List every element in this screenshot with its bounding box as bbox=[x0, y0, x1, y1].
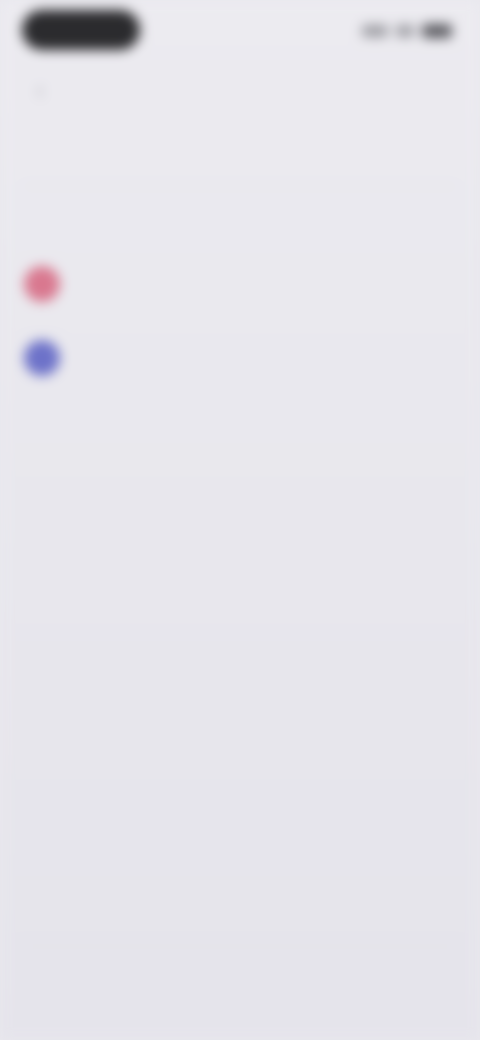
details-section bbox=[26, 656, 446, 668]
signal-icon bbox=[362, 25, 388, 37]
avatar bbox=[24, 340, 60, 376]
status-bar bbox=[0, 0, 480, 64]
battery-icon bbox=[422, 24, 452, 38]
avatar bbox=[24, 266, 60, 302]
back-button[interactable]: ‹ bbox=[26, 74, 54, 105]
dynamic-island bbox=[22, 10, 140, 50]
header bbox=[24, 130, 456, 187]
status-icons bbox=[362, 22, 452, 40]
wifi-icon bbox=[396, 25, 414, 37]
nav-bar: ‹ bbox=[0, 70, 480, 114]
description-section bbox=[26, 410, 446, 422]
bottom-action-button[interactable] bbox=[226, 972, 254, 984]
participant-row[interactable] bbox=[24, 262, 456, 306]
app-screen: ‹ bbox=[0, 0, 480, 1040]
bottom-bar bbox=[24, 946, 456, 1009]
divider bbox=[24, 186, 456, 187]
participant-row[interactable] bbox=[24, 336, 456, 380]
header-tabs bbox=[24, 130, 456, 170]
chevron-left-icon: ‹ bbox=[35, 74, 45, 105]
